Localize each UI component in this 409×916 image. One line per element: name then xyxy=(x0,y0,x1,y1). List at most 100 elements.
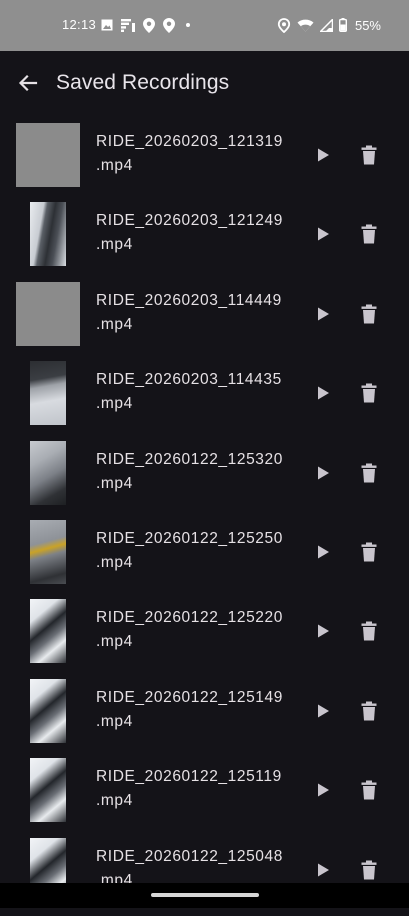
recording-thumbnail[interactable] xyxy=(16,123,80,187)
delete-button[interactable] xyxy=(356,618,382,644)
play-button[interactable] xyxy=(310,857,336,883)
play-icon xyxy=(318,466,329,480)
delete-button[interactable] xyxy=(356,777,382,803)
recording-row[interactable]: RIDE_20260122_125250 .mp4 xyxy=(0,520,409,598)
delete-button[interactable] xyxy=(356,539,382,565)
recording-thumbnail[interactable] xyxy=(30,520,66,584)
recording-thumbnail[interactable] xyxy=(30,599,66,663)
play-button[interactable] xyxy=(310,221,336,247)
recording-row[interactable]: RIDE_20260122_125320 .mp4 xyxy=(0,441,409,519)
play-icon xyxy=(318,386,329,400)
recording-row[interactable]: RIDE_20260122_125149 .mp4 xyxy=(0,679,409,757)
play-button[interactable] xyxy=(310,777,336,803)
recording-filename-line2: .mp4 xyxy=(96,475,133,492)
recording-filename-line2: .mp4 xyxy=(96,316,133,333)
recording-thumbnail[interactable] xyxy=(30,361,66,425)
trash-icon xyxy=(361,304,377,324)
delete-button[interactable] xyxy=(356,460,382,486)
trash-icon xyxy=(361,383,377,403)
recording-filename-line1: RIDE_20260122_125320 xyxy=(96,451,283,468)
recording-filename-line1: RIDE_20260203_121319 xyxy=(96,133,283,150)
recording-thumbnail[interactable] xyxy=(16,282,80,346)
play-button[interactable] xyxy=(310,380,336,406)
delete-button[interactable] xyxy=(356,698,382,724)
play-icon xyxy=(318,704,329,718)
recording-filename-line1: RIDE_20260203_114449 xyxy=(96,292,282,309)
delete-button[interactable] xyxy=(356,142,382,168)
arrow-back-icon xyxy=(18,74,38,92)
fitness-icon xyxy=(121,18,135,32)
system-icons: 55% xyxy=(277,16,381,34)
recording-row[interactable]: RIDE_20260203_114449 .mp4 xyxy=(0,282,409,360)
play-button[interactable] xyxy=(310,460,336,486)
recording-filename-line2: .mp4 xyxy=(96,236,133,253)
signal-icon xyxy=(319,18,333,32)
play-button[interactable] xyxy=(310,618,336,644)
play-icon xyxy=(318,863,329,877)
trash-icon xyxy=(361,463,377,483)
recording-row[interactable]: RIDE_20260203_121249 .mp4 xyxy=(0,202,409,280)
play-icon xyxy=(318,227,329,241)
recording-filename-line1: RIDE_20260122_125220 xyxy=(96,609,283,626)
recording-filename-line2: .mp4 xyxy=(96,633,133,650)
play-button[interactable] xyxy=(310,301,336,327)
play-button[interactable] xyxy=(310,539,336,565)
recording-filename-line2: .mp4 xyxy=(96,792,133,809)
notification-icons xyxy=(101,17,193,33)
recording-filename-line2: .mp4 xyxy=(96,554,133,571)
delete-button[interactable] xyxy=(356,301,382,327)
recording-row[interactable]: RIDE_20260122_125220 .mp4 xyxy=(0,599,409,677)
recording-filename-line1: RIDE_20260122_125250 xyxy=(96,530,283,547)
trash-icon xyxy=(361,701,377,721)
recording-filename-line1: RIDE_20260122_125048 xyxy=(96,848,283,865)
recording-filename-line1: RIDE_20260203_114435 xyxy=(96,371,282,388)
recording-filename: RIDE_20260122_125220 .mp4 xyxy=(96,606,292,668)
play-icon xyxy=(318,624,329,638)
recording-thumbnail[interactable] xyxy=(30,758,66,822)
delete-button[interactable] xyxy=(356,221,382,247)
play-icon xyxy=(318,783,329,797)
recording-filename: RIDE_20260203_121319 .mp4 xyxy=(96,130,292,192)
navigation-bar xyxy=(0,883,409,908)
recording-thumbnail[interactable] xyxy=(30,441,66,505)
trash-icon xyxy=(361,224,377,244)
recording-row[interactable]: RIDE_20260122_125119 .mp4 xyxy=(0,758,409,836)
recording-filename: RIDE_20260122_125119 .mp4 xyxy=(96,765,292,827)
recording-filename: RIDE_20260122_125250 .mp4 xyxy=(96,527,292,589)
play-button[interactable] xyxy=(310,698,336,724)
trash-icon xyxy=(361,145,377,165)
play-icon xyxy=(318,545,329,559)
play-icon xyxy=(318,307,329,321)
location-pin-icon xyxy=(143,17,155,33)
recording-filename: RIDE_20260122_125320 .mp4 xyxy=(96,448,292,510)
trash-icon xyxy=(361,780,377,800)
recording-filename-line2: .mp4 xyxy=(96,395,133,412)
trash-icon xyxy=(361,621,377,641)
recording-thumbnail[interactable] xyxy=(30,679,66,743)
recording-filename: RIDE_20260122_125149 .mp4 xyxy=(96,686,292,748)
delete-button[interactable] xyxy=(356,380,382,406)
battery-percent: 55% xyxy=(354,17,381,33)
delete-button[interactable] xyxy=(356,857,382,883)
recording-row[interactable]: RIDE_20260203_121319 .mp4 xyxy=(0,123,409,201)
recording-filename-line2: .mp4 xyxy=(96,713,133,730)
trash-icon xyxy=(361,860,377,880)
dot-icon xyxy=(186,23,190,27)
back-button[interactable] xyxy=(14,69,42,97)
location-pin-icon xyxy=(163,17,175,33)
recording-filename: RIDE_20260203_114449 .mp4 xyxy=(96,289,292,351)
app-bar: Saved Recordings xyxy=(0,51,409,115)
wifi-icon xyxy=(297,19,314,31)
recording-row[interactable]: RIDE_20260203_114435 .mp4 xyxy=(0,361,409,439)
status-bar: 12:13 55% xyxy=(0,0,409,51)
recording-filename-line2: .mp4 xyxy=(96,157,133,174)
recording-thumbnail[interactable] xyxy=(30,202,66,266)
trash-icon xyxy=(361,542,377,562)
recording-filename: RIDE_20260203_114435 .mp4 xyxy=(96,368,292,430)
home-gesture-handle[interactable] xyxy=(151,893,259,897)
battery-icon xyxy=(338,18,347,32)
image-icon xyxy=(101,19,113,31)
status-time: 12:13 xyxy=(62,17,97,32)
page-title: Saved Recordings xyxy=(56,71,230,94)
play-button[interactable] xyxy=(310,142,336,168)
